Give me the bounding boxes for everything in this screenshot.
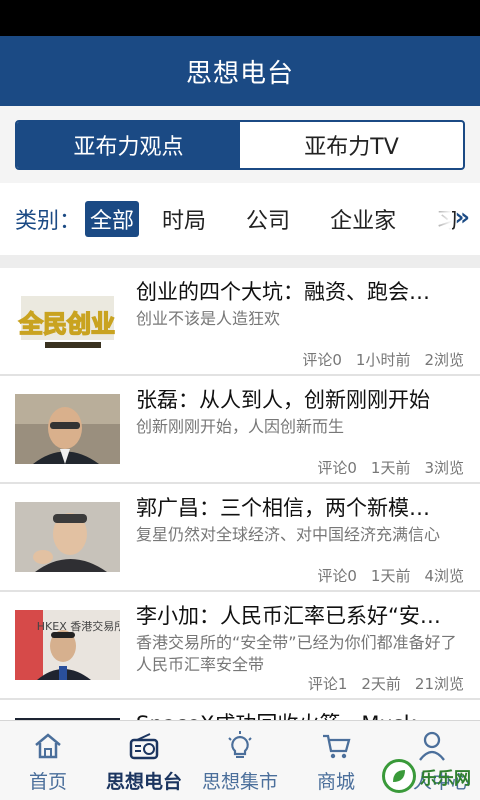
comment-count: 评论0 (317, 459, 357, 477)
comment-count: 评论1 (307, 675, 348, 693)
news-title: 李小加：人民币汇率已系好“安… (136, 604, 441, 628)
news-list: 全民创业 创业的四个大坑：融资、跑会… 创业不该是人造狂欢 评论0 1小时前 2… (0, 268, 480, 720)
category-label: 类别： (15, 209, 82, 234)
home-icon (31, 729, 65, 763)
view-count: 3浏览 (424, 459, 464, 477)
category-entrepreneur[interactable]: 企业家 (325, 201, 401, 237)
news-title: 郭广昌：三个相信，两个新模… (136, 496, 430, 520)
news-summary: 创业不该是人造狂欢 (136, 309, 281, 328)
watermark-text: 乐乐网 (420, 768, 471, 789)
post-time: 1小时前 (355, 351, 411, 369)
news-thumbnail: HKEX 香港交易所 (15, 610, 120, 680)
news-title: 创业的四个大坑：融资、跑会… (136, 280, 430, 304)
tab-yabuli-tv[interactable]: 亚布力TV (240, 122, 463, 168)
news-summary: 复星仍然对全球经济、对中国经济充满信心 (136, 525, 441, 544)
double-chevron-right-icon[interactable]: » (454, 203, 470, 231)
news-item[interactable]: HKEX 香港交易所 李小加：人民币汇率已系好“安… 香港交易所的“安全带”已经… (0, 592, 480, 700)
category-company[interactable]: 公司 (241, 201, 295, 237)
news-meta: 评论0 1天前 4浏览 (317, 565, 464, 586)
segment-container: 亚布力观点 亚布力TV (0, 106, 480, 183)
category-bar: 类别： 全部 时局 公司 企业家 习 » (0, 183, 480, 255)
thumbnail-art-text: HKEX 香港交易所 (37, 619, 120, 633)
radio-icon (127, 729, 161, 763)
comment-count: 评论0 (317, 567, 357, 585)
leaf-icon (382, 759, 416, 793)
nav-radio-label: 思想电台 (105, 771, 182, 793)
category-all[interactable]: 全部 (85, 201, 140, 237)
news-meta: 评论0 1小时前 2浏览 (302, 349, 464, 370)
nav-home-label: 首页 (28, 771, 67, 793)
title-bar: 思想电台 (0, 36, 480, 106)
news-meta: 评论1 2天前 21浏览 (308, 673, 464, 694)
page-title: 思想电台 (185, 58, 294, 89)
nav-radio[interactable]: 思想电台 (96, 721, 192, 800)
post-time: 2天前 (361, 675, 401, 693)
view-count: 4浏览 (424, 567, 464, 585)
news-meta: 评论0 1天前 3浏览 (317, 457, 464, 478)
news-thumbnail: 全民创业 (15, 286, 120, 356)
news-summary: 创新刚刚开始，人因创新而生 (136, 417, 345, 436)
news-title: 张磊：从人到人，创新刚刚开始 (136, 388, 430, 412)
post-time: 1天前 (370, 459, 411, 477)
view-count: 21浏览 (414, 675, 464, 693)
nav-shop[interactable]: 商城 (288, 721, 384, 800)
tab-yabuli-views[interactable]: 亚布力观点 (17, 122, 240, 168)
view-count: 2浏览 (424, 351, 464, 369)
comment-count: 评论0 (302, 351, 342, 369)
post-time: 1天前 (370, 567, 411, 585)
news-summary: 香港交易所的“安全带”已经为你们都准备好了人民币汇率安全带 (136, 633, 457, 674)
nav-market-label: 思想集市 (201, 771, 278, 793)
nav-market[interactable]: 思想集市 (192, 721, 288, 800)
category-fade (412, 183, 452, 255)
watermark-logo: 乐乐网 (382, 752, 480, 800)
nav-shop-label: 商城 (316, 771, 355, 793)
cart-icon (319, 729, 353, 763)
news-thumbnail (15, 502, 120, 572)
news-title: SpaceX成功回收火箭，Musk… (136, 708, 466, 720)
lightbulb-icon (223, 729, 257, 763)
category-current-affairs[interactable]: 时局 (157, 201, 211, 237)
status-bar (0, 0, 480, 36)
news-item[interactable]: 张磊：从人到人，创新刚刚开始 创新刚刚开始，人因创新而生 评论0 1天前 3浏览 (0, 376, 480, 484)
news-thumbnail (15, 394, 120, 464)
news-item[interactable]: SpaceX成功回收火箭，Musk… (0, 700, 480, 720)
news-item[interactable]: 郭广昌：三个相信，两个新模… 复星仍然对全球经济、对中国经济充满信心 评论0 1… (0, 484, 480, 592)
nav-home[interactable]: 首页 (0, 721, 96, 800)
news-item[interactable]: 全民创业 创业的四个大坑：融资、跑会… 创业不该是人造狂欢 评论0 1小时前 2… (0, 268, 480, 376)
thumbnail-art-text: 全民创业 (18, 310, 115, 338)
segment-control: 亚布力观点 亚布力TV (15, 120, 465, 170)
